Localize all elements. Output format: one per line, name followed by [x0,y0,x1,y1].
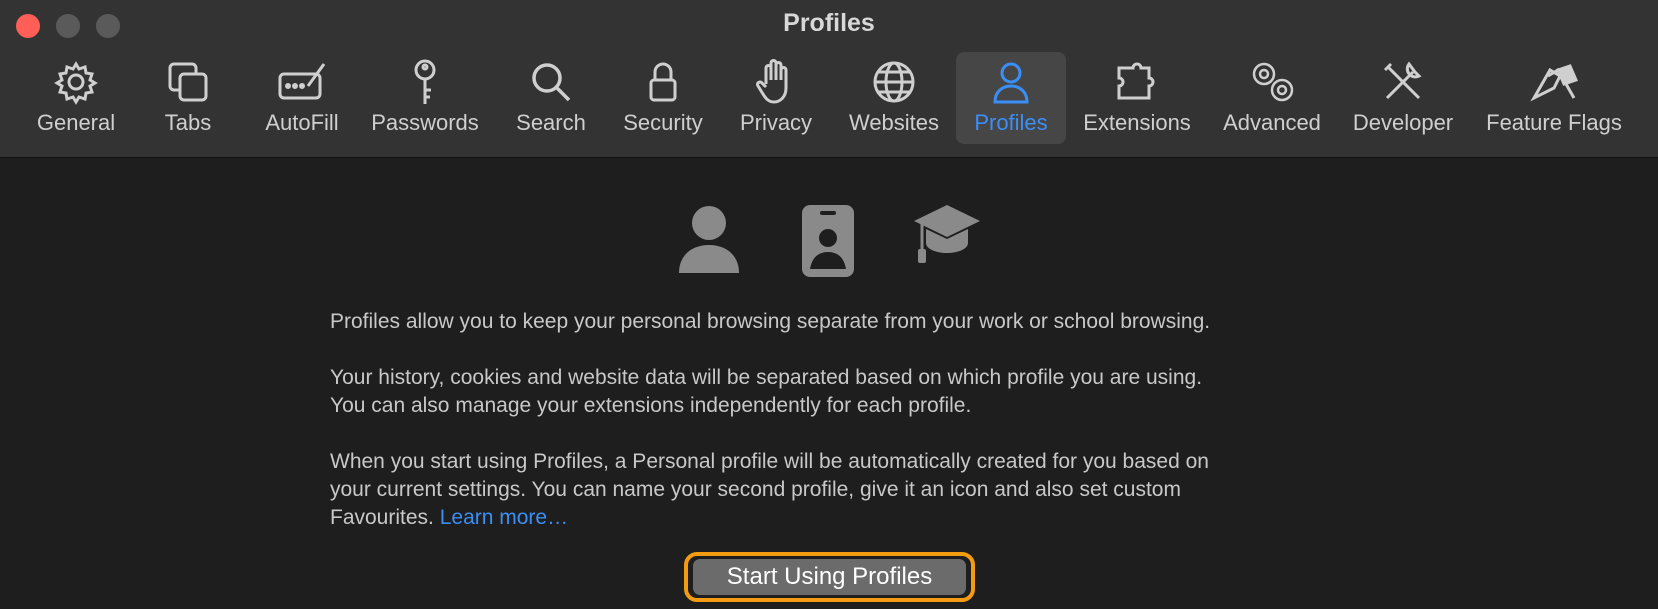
history-paragraph: Your history, cookies and website data w… [330,364,1350,420]
start-text-line2: your current settings. You can name your… [330,478,1181,501]
tab-search[interactable]: Search [506,52,596,144]
tab-feature-flags[interactable]: Feature Flags [1480,52,1628,144]
person-icon [679,206,739,273]
tab-privacy[interactable]: Privacy [730,52,822,144]
tab-general[interactable]: General [30,52,122,144]
intro-text: Profiles allow you to keep your personal… [330,310,1211,333]
tab-profiles[interactable]: Profiles [956,52,1066,144]
key-icon [401,58,449,106]
tab-label: Feature Flags [1486,110,1622,135]
gears-icon [1248,58,1296,106]
tab-label: Developer [1352,110,1454,135]
tab-label: General [36,110,116,135]
tabs-icon [164,58,212,106]
tab-label: Privacy [739,110,813,135]
tab-advanced[interactable]: Advanced [1216,52,1328,144]
profiles-description: Profiles allow you to keep your personal… [330,308,1350,560]
autofill-icon [278,58,326,106]
history-text-line1: Your history, cookies and website data w… [330,366,1203,389]
tab-extensions[interactable]: Extensions [1078,52,1196,144]
tab-label: Passwords [371,110,479,135]
learn-more-link[interactable]: Learn more… [440,506,568,529]
start-using-profiles-button[interactable]: Start Using Profiles [693,559,966,595]
hand-icon [752,58,800,106]
start-text-line1: When you start using Profiles, a Persona… [330,450,1209,473]
id-badge-icon [802,205,854,277]
flags-icon [1530,58,1579,106]
tab-websites[interactable]: Websites [842,52,946,144]
tab-tabs[interactable]: Tabs [142,52,234,144]
intro-paragraph: Profiles allow you to keep your personal… [330,308,1350,336]
gear-icon [52,58,100,106]
profiles-illustration [0,203,1658,277]
tab-label: Security [623,110,703,135]
preferences-window: Profiles General Tabs AutoFill Passwords… [0,0,1658,609]
graduation-cap-icon [914,205,980,263]
puzzle-icon [1113,58,1161,106]
tab-security[interactable]: Security [614,52,712,144]
start-paragraph: When you start using Profiles, a Persona… [330,448,1350,532]
tab-autofill[interactable]: AutoFill [254,52,350,144]
tab-label: Extensions [1083,110,1191,135]
tab-label: AutoFill [265,110,339,135]
preferences-toolbar: General Tabs AutoFill Passwords Search S… [0,52,1658,146]
tab-label: Profiles [974,110,1048,135]
titlebar: Profiles General Tabs AutoFill Passwords… [0,0,1658,158]
history-text-line2: You can also manage your extensions inde… [330,394,972,417]
lock-icon [639,58,687,106]
window-title: Profiles [783,9,875,37]
tools-icon [1379,58,1427,106]
tab-label: Tabs [164,110,212,135]
tab-label: Advanced [1223,110,1321,135]
tab-label: Search [516,110,586,135]
tab-label: Websites [848,110,940,135]
person-icon [987,58,1035,106]
search-icon [527,58,575,106]
tab-passwords[interactable]: Passwords [366,52,484,144]
tab-developer[interactable]: Developer [1346,52,1460,144]
globe-icon [870,58,918,106]
start-text-line3: Favourites. [330,506,434,529]
